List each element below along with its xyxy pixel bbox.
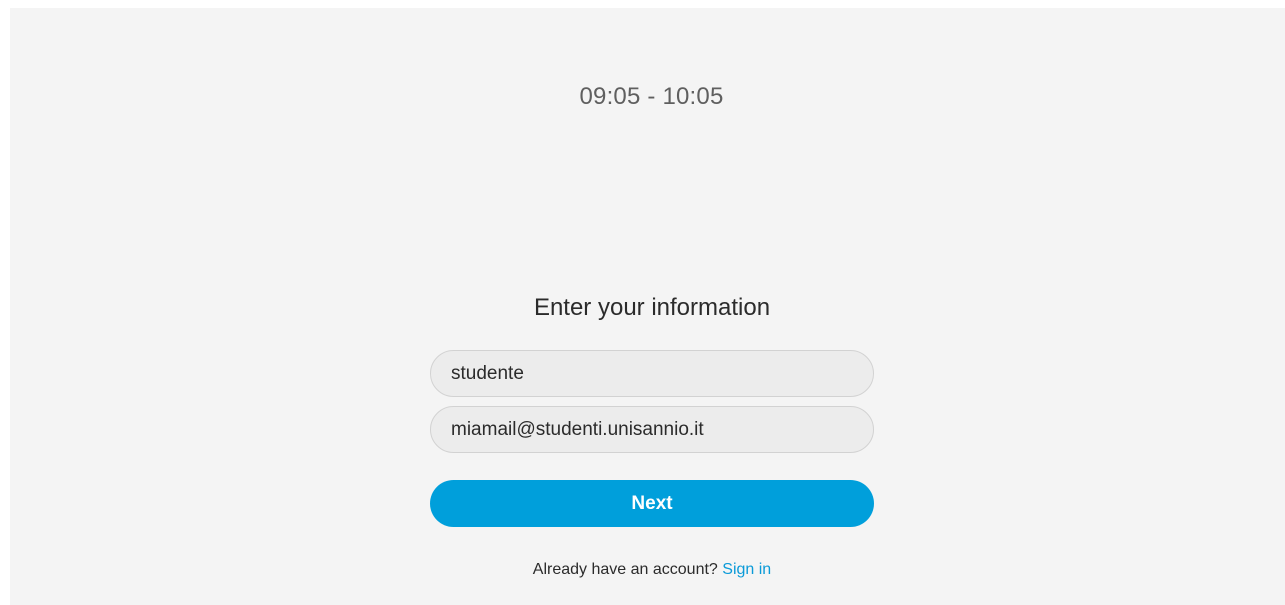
join-form: Enter your information Next Already have…: [430, 291, 874, 579]
signin-prompt: Already have an account?: [532, 561, 718, 578]
name-input[interactable]: [430, 350, 874, 397]
sign-in-link[interactable]: Sign in: [722, 561, 771, 578]
form-title: Enter your information: [533, 294, 771, 321]
next-button[interactable]: Next: [430, 480, 874, 527]
signin-row: Already have an account? Sign in: [430, 561, 874, 579]
join-page: 09:05 - 10:05 Enter your information Nex…: [10, 8, 1285, 605]
email-input[interactable]: [430, 406, 874, 453]
meeting-time-range: 09:05 - 10:05: [579, 83, 724, 110]
